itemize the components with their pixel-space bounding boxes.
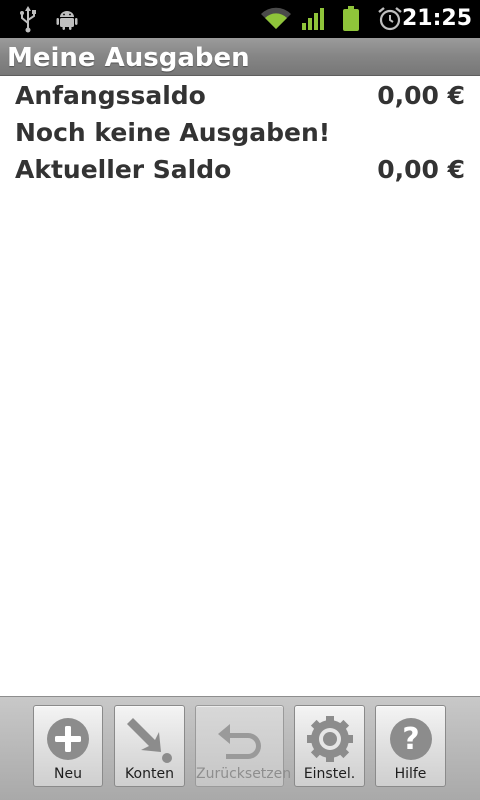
plus-circle-icon — [34, 714, 102, 764]
reset-button-label: Zurücksetzen — [196, 766, 292, 782]
bottom-toolbar: Neu Konten Zurücksetzen Einstel. ? Hilfe — [0, 696, 480, 800]
current-balance-value: 0,00 € — [377, 155, 465, 184]
settings-button[interactable]: Einstel. — [294, 705, 365, 787]
help-button[interactable]: ? Hilfe — [375, 705, 446, 787]
usb-icon — [14, 0, 42, 38]
new-button-label: Neu — [54, 766, 82, 782]
settings-button-label: Einstel. — [303, 766, 356, 782]
opening-balance-label: Anfangssaldo — [15, 81, 206, 110]
android-debug-icon — [52, 0, 82, 38]
opening-balance-row: Anfangssaldo 0,00 € — [0, 78, 480, 114]
accounts-button-label: Konten — [125, 766, 174, 782]
accounts-button[interactable]: Konten — [114, 705, 185, 787]
arrow-to-dot-icon — [115, 714, 184, 764]
empty-expenses-row: Noch keine Ausgaben! — [0, 115, 480, 151]
title-bar: Meine Ausgaben — [0, 38, 480, 76]
gear-icon — [295, 714, 364, 764]
undo-arrow-icon — [196, 714, 283, 764]
signal-icon — [298, 0, 330, 38]
status-bar: 21:25 — [0, 0, 480, 38]
new-button[interactable]: Neu — [33, 705, 103, 787]
reset-button[interactable]: Zurücksetzen — [195, 705, 292, 787]
help-icon: ? — [376, 714, 445, 764]
help-button-label: Hilfe — [394, 766, 427, 782]
current-balance-label: Aktueller Saldo — [15, 155, 232, 184]
svg-text:?: ? — [402, 722, 419, 757]
wifi-icon — [258, 0, 294, 38]
battery-icon — [338, 0, 364, 38]
empty-expenses-message: Noch keine Ausgaben! — [15, 118, 331, 147]
opening-balance-value: 0,00 € — [377, 81, 465, 110]
page-title: Meine Ausgaben — [7, 43, 250, 73]
current-balance-row: Aktueller Saldo 0,00 € — [0, 152, 480, 188]
clock: 21:25 — [401, 6, 472, 31]
